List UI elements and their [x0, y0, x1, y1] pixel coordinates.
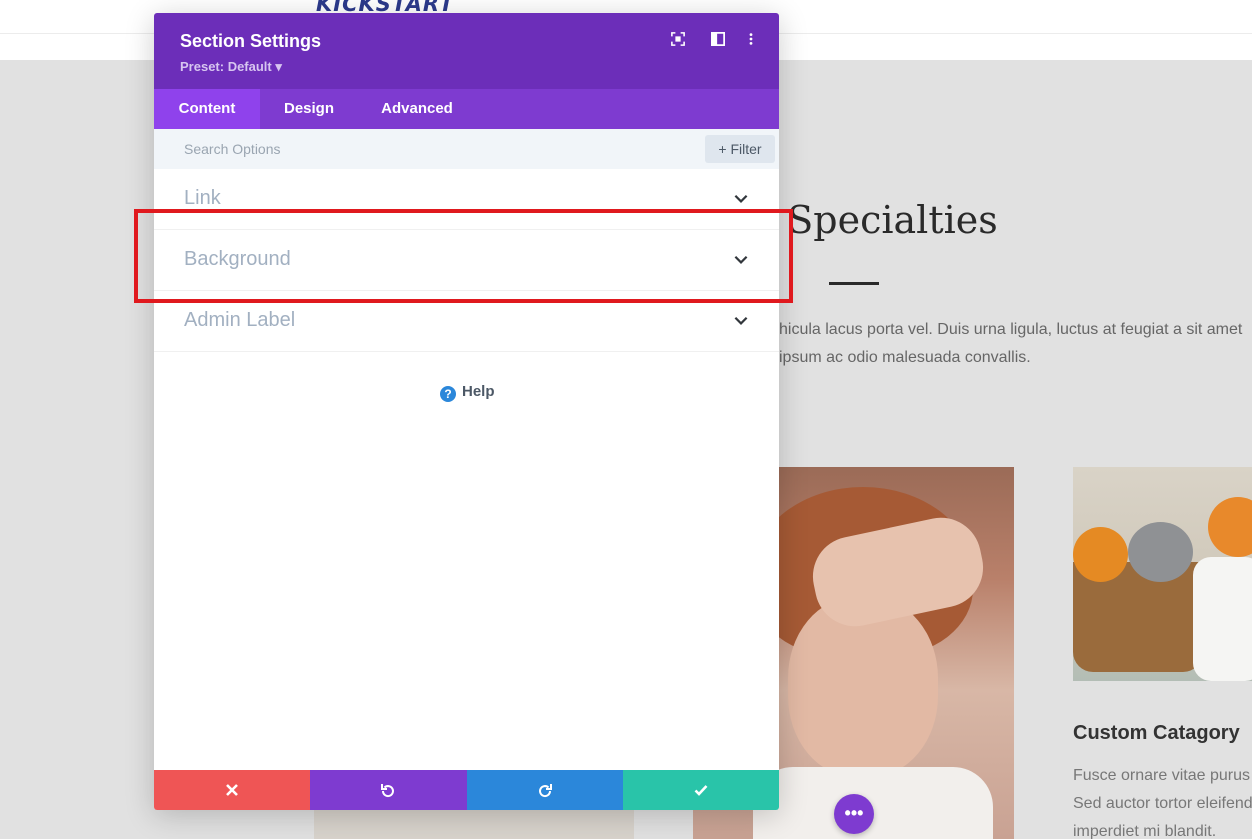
title-underline [829, 282, 879, 285]
card-text-line: Sed auctor tortor eleifend [1073, 795, 1252, 812]
help-label: Help [462, 383, 495, 400]
chevron-down-icon [734, 316, 748, 325]
section-title: r Specialties [757, 198, 998, 242]
filter-button[interactable]: + Filter [705, 135, 775, 163]
close-icon [226, 784, 239, 796]
chevron-down-icon [734, 194, 748, 203]
card-text-line: Fusce ornare vitae purus [1073, 767, 1250, 784]
discard-button[interactable] [154, 770, 311, 810]
section-text: hicula lacus porta vel. Duis urna ligula… [779, 321, 1243, 366]
more-vertical-icon[interactable] [742, 32, 760, 50]
modal-title: Section Settings [180, 31, 322, 51]
search-options-input[interactable] [154, 129, 694, 169]
expand-icon[interactable] [669, 32, 687, 50]
help-link[interactable]: ? Help [440, 383, 495, 402]
toggle-label: Admin Label [184, 309, 296, 331]
highlight-box [134, 209, 793, 303]
card-text-line: imperdiet mi blandit. [1073, 823, 1217, 839]
card-text: Fusce ornare vitae purus Sed auctor tort… [1073, 762, 1252, 839]
bowl-photo [314, 810, 634, 839]
toggle-label: Link [184, 187, 221, 209]
search-row: + Filter [154, 129, 779, 169]
card-title: Custom Catagory [1073, 722, 1240, 744]
help-icon: ? [440, 386, 456, 402]
section-settings-modal: Section Settings Preset: Default ▾ Conte… [154, 13, 779, 810]
yarn-basket-photo [1073, 467, 1252, 681]
preset-dropdown[interactable]: Preset: Default ▾ [180, 59, 282, 75]
undo-icon [381, 784, 395, 798]
split-view-icon[interactable] [709, 32, 727, 50]
check-icon [694, 785, 708, 796]
undo-button[interactable] [310, 770, 467, 810]
modal-header[interactable]: Section Settings Preset: Default ▾ [154, 13, 779, 89]
tab-advanced[interactable]: Advanced [358, 89, 476, 129]
tab-design[interactable]: Design [260, 89, 358, 129]
modal-footer [154, 770, 779, 810]
more-options-fab[interactable]: ••• [834, 794, 874, 834]
redo-button[interactable] [466, 770, 623, 810]
save-button[interactable] [622, 770, 779, 810]
redo-icon [538, 784, 552, 798]
tab-content[interactable]: Content [154, 89, 260, 129]
settings-tabs: Content Design Advanced [154, 89, 779, 129]
